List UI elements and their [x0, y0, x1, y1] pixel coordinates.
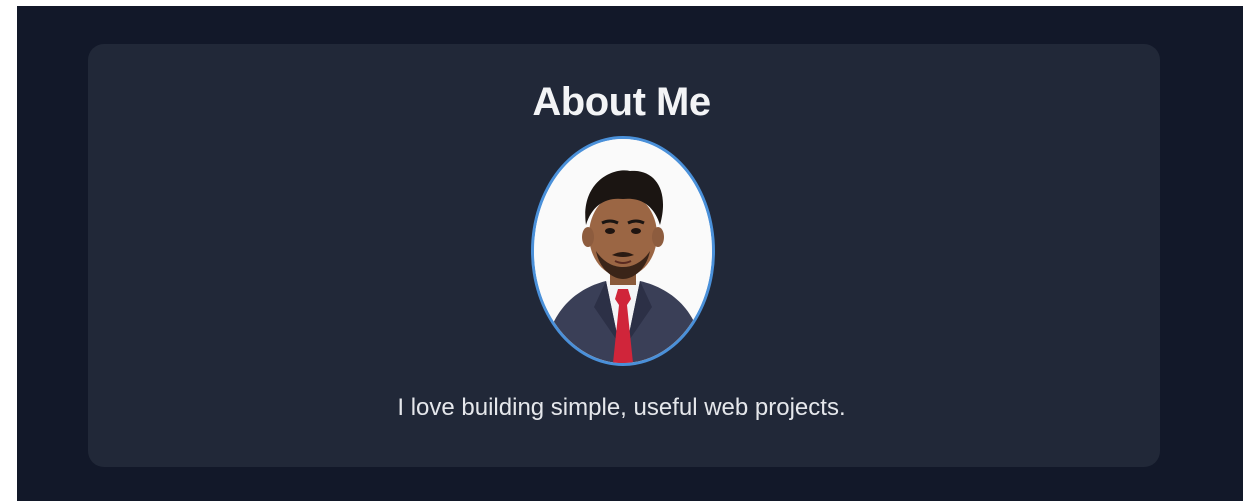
avatar	[531, 136, 715, 366]
about-description: I love building simple, useful web proje…	[397, 394, 846, 421]
profile-photo	[534, 139, 712, 363]
page-title: About Me	[532, 80, 711, 124]
